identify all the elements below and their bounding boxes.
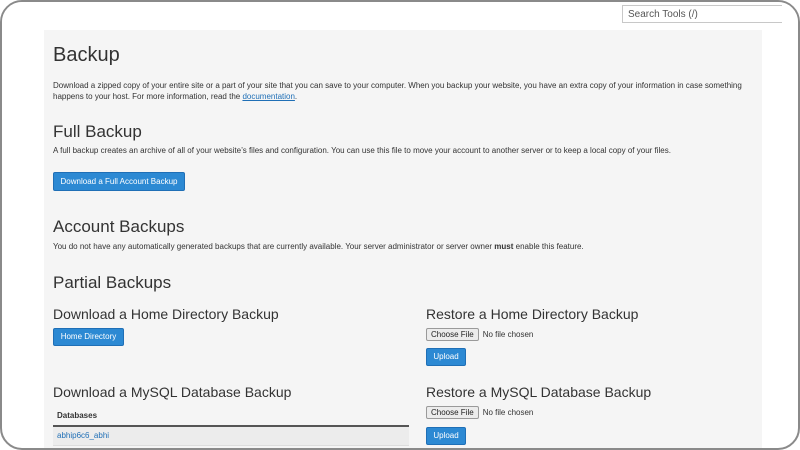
intro-end: .	[294, 92, 298, 101]
main-content: Backup Download a zipped copy of your en…	[44, 30, 762, 448]
top-bar: Search Tools (/)	[2, 2, 798, 30]
account-backups-heading: Account Backups	[53, 217, 185, 236]
full-backup-heading: Full Backup	[53, 122, 142, 141]
account-desc-bold: must	[494, 242, 514, 251]
account-backups-description: You do not have any automatically genera…	[53, 242, 758, 251]
browser-frame: Search Tools (/) Backup Download a zippe…	[0, 0, 800, 450]
mysql-download-heading: Download a MySQL Database Backup	[53, 384, 292, 400]
page-title: Backup	[53, 44, 120, 66]
mysql-restore-heading: Restore a MySQL Database Backup	[426, 384, 652, 400]
mysql-restore-file-input: Choose File No file chosen	[426, 406, 533, 419]
intro-paragraph: Download a zipped copy of your entire si…	[53, 80, 758, 102]
home-no-file-text: No file chosen	[482, 330, 534, 339]
mysql-choose-file-button[interactable]: Choose File	[426, 406, 479, 419]
full-backup-description: A full backup creates an archive of all …	[53, 146, 671, 155]
documentation-link[interactable]: documentation	[242, 92, 294, 101]
partial-backups-heading: Partial Backups	[53, 273, 172, 292]
mysql-upload-button[interactable]: Upload	[426, 427, 466, 445]
mysql-no-file-text: No file chosen	[482, 408, 534, 417]
account-desc-post: enable this feature.	[513, 242, 584, 251]
home-upload-button[interactable]: Upload	[426, 348, 466, 366]
search-tools-input[interactable]: Search Tools (/)	[622, 5, 782, 23]
home-directory-button[interactable]: Home Directory	[53, 328, 124, 346]
intro-text: Download a zipped copy of your entire si…	[53, 81, 742, 101]
home-choose-file-button[interactable]: Choose File	[426, 328, 479, 341]
databases-header: Databases	[53, 407, 409, 427]
home-restore-file-input: Choose File No file chosen	[426, 328, 533, 341]
database-link[interactable]: abhip6c6_abhi	[53, 427, 409, 446]
databases-table: Databases abhip6c6_abhi	[53, 407, 409, 446]
home-restore-heading: Restore a Home Directory Backup	[426, 306, 639, 322]
download-full-backup-button[interactable]: Download a Full Account Backup	[53, 172, 185, 191]
home-download-heading: Download a Home Directory Backup	[53, 306, 279, 322]
account-desc-pre: You do not have any automatically genera…	[53, 242, 495, 251]
